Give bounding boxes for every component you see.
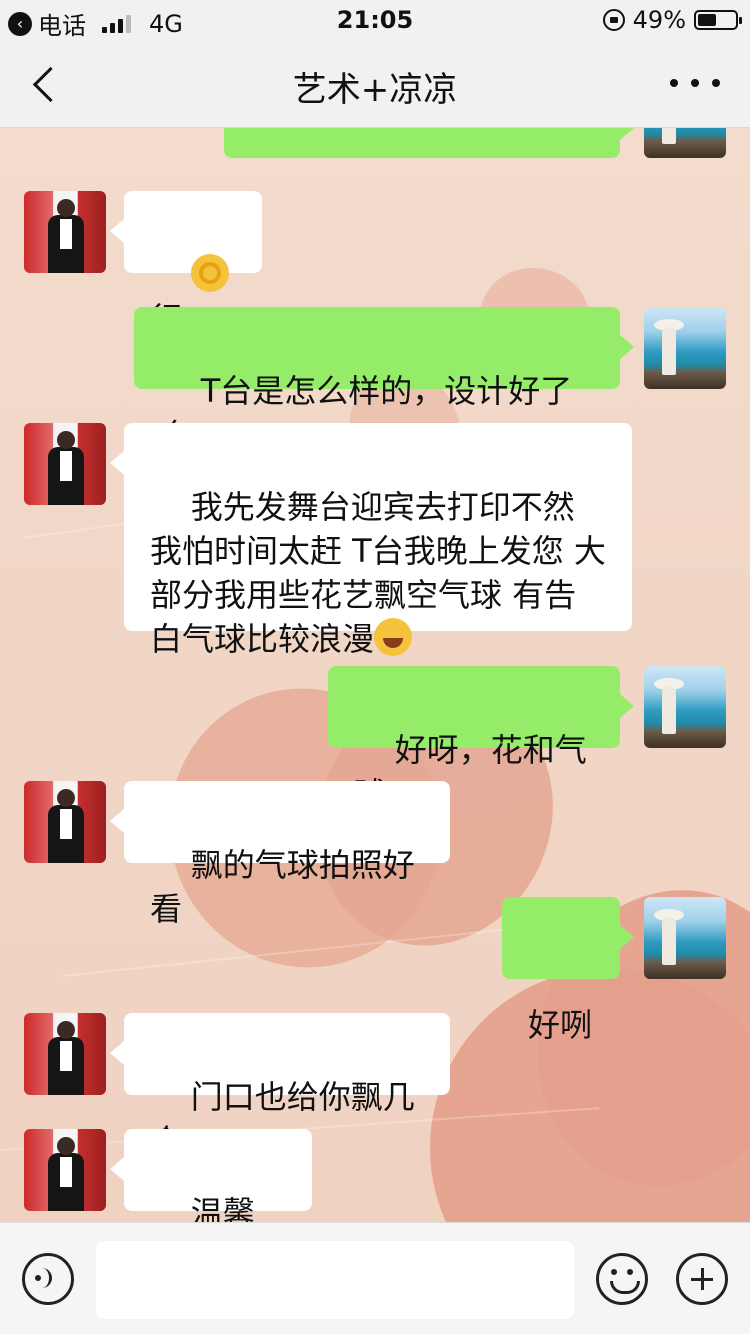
my-avatar[interactable]	[644, 666, 726, 748]
chat-header: 艺术+凉凉	[0, 40, 750, 128]
message-bubble[interactable]: 好咧	[502, 897, 634, 1044]
avatar-shirt	[60, 1157, 72, 1187]
avatar-head	[57, 431, 75, 449]
contact-avatar[interactable]	[24, 781, 106, 863]
message-bubble[interactable]: 我先发舞台迎宾去打印不然我怕时间太赶 T台我晚上发您 大部分我用些花艺飘空气球 …	[110, 423, 632, 658]
orientation-lock-icon	[602, 9, 625, 31]
battery-icon	[694, 10, 742, 30]
more-options-icon[interactable]	[670, 68, 720, 98]
avatar-shirt	[60, 219, 72, 249]
message-input[interactable]	[96, 1241, 574, 1319]
contact-avatar[interactable]	[24, 423, 106, 505]
message-text: 好咧	[528, 1006, 593, 1044]
avatar-head	[57, 1021, 75, 1039]
dot	[691, 79, 699, 87]
emoji-face-icon[interactable]	[596, 1253, 648, 1305]
avatar-shirt	[60, 809, 72, 839]
avatar-shirt	[60, 1041, 72, 1071]
contact-avatar[interactable]	[24, 191, 106, 273]
message-bubble[interactable]: 好呀，花和气球	[328, 666, 634, 813]
plus-circle-icon[interactable]	[676, 1253, 728, 1305]
avatar-figure	[662, 686, 676, 734]
status-right: 49%	[602, 6, 742, 34]
dot	[670, 79, 678, 87]
ok-hand-emoji	[190, 254, 229, 292]
avatar-head	[57, 199, 75, 217]
avatar-head	[57, 1137, 75, 1155]
status-bar: ‹ 电话 4G 21:05 49%	[0, 0, 750, 40]
avatar-head	[57, 789, 75, 807]
message-bubble[interactable]: 行	[110, 191, 262, 338]
contact-avatar[interactable]	[24, 1013, 106, 1095]
chat-title: 艺术+凉凉	[292, 70, 458, 110]
my-avatar[interactable]	[644, 897, 726, 979]
avatar-shirt	[60, 451, 72, 481]
tears-of-joy-emoji	[374, 618, 413, 656]
chat-input-bar	[0, 1222, 750, 1334]
chat-screen: 行 T台是怎么样的，设计好了么 我先发舞台迎宾去打印不然我怕时间太赶 T台我晚上…	[0, 0, 750, 1334]
voice-icon[interactable]	[22, 1253, 74, 1305]
my-avatar[interactable]	[644, 307, 726, 389]
message-bubble[interactable]: T台是怎么样的，设计好了么	[134, 307, 634, 454]
message-bubble[interactable]: 温馨一些	[110, 1129, 312, 1276]
message-bubble[interactable]: 门口也给你飘几个	[110, 1013, 450, 1160]
battery-percent: 49%	[632, 6, 686, 34]
battery-fill	[698, 14, 716, 26]
message-bubble[interactable]: 飘的气球拍照好看	[110, 781, 450, 928]
avatar-figure	[662, 917, 676, 965]
dot	[712, 79, 720, 87]
avatar-figure	[662, 327, 676, 375]
contact-avatar[interactable]	[24, 1129, 106, 1211]
